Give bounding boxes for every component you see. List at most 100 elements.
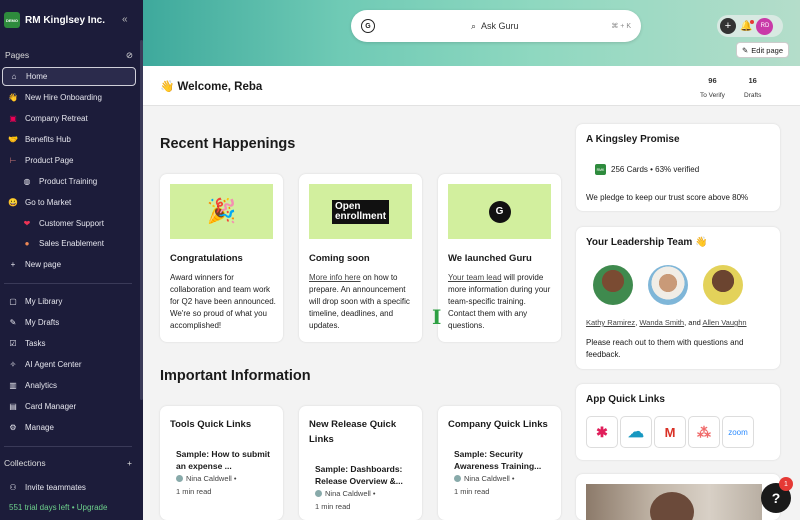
sidebar-item-analytics[interactable]: ▥ Analytics: [2, 376, 136, 395]
bell-icon[interactable]: 🔔: [740, 19, 755, 32]
drafts-stat[interactable]: 16 Drafts: [744, 76, 761, 99]
sidebar-item-home[interactable]: ⌂ Home: [2, 67, 136, 86]
leader-avatar-wanda[interactable]: [648, 265, 688, 305]
salesforce-icon: ☁: [628, 424, 644, 441]
sidebar-item-label: AI Agent Center: [25, 360, 82, 369]
company-quick-links-card[interactable]: Company Quick Links Sample: Security Awa…: [438, 406, 561, 520]
sidebar-item-label: Customer Support: [39, 219, 104, 228]
author-name: Nina Caldwell •: [464, 474, 515, 483]
sidebar-item-customer-support[interactable]: ❤ Customer Support: [2, 214, 136, 233]
leader-avatar-allen[interactable]: [703, 265, 743, 305]
kingsley-promise-card[interactable]: A Kingsley Promise RMK 256 Cards • 63% v…: [576, 124, 780, 211]
recent-card-congratulations[interactable]: 🎉 Congratulations Award winners for coll…: [160, 174, 283, 342]
author-avatar: [315, 490, 322, 497]
sidebar-item-go-to-market[interactable]: 😀 Go to Market: [2, 193, 136, 212]
author-name: Nina Caldwell •: [186, 474, 237, 483]
card-title: Your Leadership Team 👋: [586, 237, 708, 248]
slack-app-icon[interactable]: ✱: [586, 416, 618, 448]
new-page-button[interactable]: + New page: [2, 255, 136, 274]
recent-card-launched-guru[interactable]: G We launched Guru Your team lead will p…: [438, 174, 561, 342]
sidebar-item-product-training[interactable]: ◍ Product Training: [2, 172, 136, 191]
to-verify-label: To Verify: [700, 92, 725, 99]
drafts-count: 16: [748, 76, 757, 85]
sidebar-item-benefits-hub[interactable]: 🤝 Benefits Hub: [2, 130, 136, 149]
card-title: Coming soon: [309, 253, 370, 264]
add-collection-icon[interactable]: +: [127, 458, 132, 468]
gmail-app-icon[interactable]: M: [654, 416, 686, 448]
recent-happenings-title: Recent Happenings: [160, 136, 296, 152]
video-card[interactable]: [576, 474, 780, 520]
search-shortcut: ⌘ + K: [611, 23, 631, 30]
tools-quick-links-card[interactable]: Tools Quick Links Sample: How to submit …: [160, 406, 283, 520]
sidebar: DEMO RM Kinglsey Inc. « Pages ⊘ ⌂ Home 👋 N…: [0, 0, 143, 520]
card-title: A Kingsley Promise: [586, 134, 680, 145]
pages-header: Pages ⊘: [5, 50, 133, 61]
retreat-icon: ▣: [9, 114, 17, 123]
pages-label: Pages: [5, 50, 30, 60]
org-name: RM Kinglsey Inc.: [25, 14, 106, 26]
sidebar-item-company-retreat[interactable]: ▣ Company Retreat: [2, 109, 136, 128]
to-verify-stat[interactable]: 96 To Verify: [700, 76, 725, 99]
card-body: Your team lead will provide more informa…: [448, 272, 554, 332]
sparkle-icon: ✧: [9, 360, 17, 369]
tasks-icon: ☑: [9, 339, 17, 348]
notification-dot: [750, 19, 755, 24]
sidebar-divider: [4, 283, 132, 284]
wanda-smith-link[interactable]: Wanda Smith: [639, 318, 684, 327]
new-release-quick-links-card[interactable]: New Release Quick Links Sample: Dashboar…: [299, 406, 422, 520]
pencil-icon: ✎: [742, 45, 749, 55]
card-link[interactable]: Sample: Security Awareness Training...: [454, 448, 554, 472]
product-icon: ⊢: [9, 156, 17, 165]
sidebar-item-my-library[interactable]: ▢ My Library: [2, 292, 136, 311]
sidebar-item-label: Home: [26, 72, 48, 81]
kathy-ramirez-link[interactable]: Kathy Ramirez: [586, 318, 635, 327]
avatar[interactable]: RD: [756, 17, 774, 35]
asana-icon: ⁂: [697, 423, 711, 440]
invite-teammates-button[interactable]: ⚇ Invite teammates: [2, 478, 136, 497]
recent-card-coming-soon[interactable]: Open enrollment Coming soon More info her…: [299, 174, 422, 342]
edit-page-button[interactable]: ✎ Edit page: [736, 42, 789, 58]
card-title: Company Quick Links: [448, 419, 548, 430]
leader-avatar-kathy[interactable]: [593, 265, 633, 305]
sidebar-item-sales-enablement[interactable]: ● Sales Enablement: [2, 234, 136, 253]
sidebar-item-new-hire-onboarding[interactable]: 👋 New Hire Onboarding: [2, 88, 136, 107]
card-link[interactable]: Sample: How to submit an expense ...: [176, 448, 276, 472]
team-lead-link[interactable]: Your team lead: [448, 273, 502, 282]
app-quick-links-card[interactable]: App Quick Links ✱ ☁ M ⁂ zoom: [576, 384, 780, 460]
card-link[interactable]: Sample: Dashboards: Release Overview &..…: [315, 463, 415, 487]
allen-vaughn-link[interactable]: Allen Vaughn: [702, 318, 746, 327]
org-switcher[interactable]: DEMO RM Kinglsey Inc.: [4, 12, 105, 28]
sidebar-item-label: Product Page: [25, 156, 74, 165]
top-actions: + 🔔 RD: [717, 15, 783, 37]
promise-stats: RMK 256 Cards • 63% verified: [595, 164, 699, 175]
sidebar-item-my-drafts[interactable]: ✎ My Drafts: [2, 313, 136, 332]
heart-icon: ❤: [23, 219, 31, 228]
trial-upgrade-link[interactable]: 551 trial days left • Upgrade: [9, 503, 107, 512]
sidebar-item-label: Manage: [25, 423, 54, 432]
card-manager-icon: ▤: [9, 402, 17, 411]
read-time: 1 min read: [315, 502, 351, 511]
ask-guru-search[interactable]: G ⌕ Ask Guru ⌘ + K: [351, 10, 641, 42]
guru-logo-icon: G: [361, 19, 375, 33]
sidebar-item-product-page[interactable]: ⊢ Product Page: [2, 151, 136, 170]
eye-off-icon[interactable]: ⊘: [126, 50, 133, 61]
library-icon: ▢: [9, 297, 17, 306]
author: Nina Caldwell •: [315, 489, 376, 498]
card-title: App Quick Links: [586, 394, 665, 405]
presenter-image: [650, 492, 694, 520]
training-icon: ◍: [23, 177, 31, 186]
gear-icon: ⚙: [9, 423, 17, 432]
zoom-app-icon[interactable]: zoom: [722, 416, 754, 448]
create-plus-icon[interactable]: +: [720, 18, 736, 34]
collapse-sidebar-icon[interactable]: «: [122, 14, 128, 25]
hero-line: enrollment: [334, 210, 387, 222]
welcome-title: 👋 Welcome, Reba: [160, 81, 263, 93]
sidebar-item-card-manager[interactable]: ▤ Card Manager: [2, 397, 136, 416]
leadership-team-card[interactable]: Your Leadership Team 👋 Kathy Ramirez, Wa…: [576, 227, 780, 369]
sidebar-item-tasks[interactable]: ☑ Tasks: [2, 334, 136, 353]
sidebar-item-ai-agent-center[interactable]: ✧ AI Agent Center: [2, 355, 136, 374]
sidebar-item-manage[interactable]: ⚙ Manage: [2, 418, 136, 437]
more-info-link[interactable]: More info here: [309, 273, 361, 282]
salesforce-app-icon[interactable]: ☁: [620, 416, 652, 448]
asana-app-icon[interactable]: ⁂: [688, 416, 720, 448]
